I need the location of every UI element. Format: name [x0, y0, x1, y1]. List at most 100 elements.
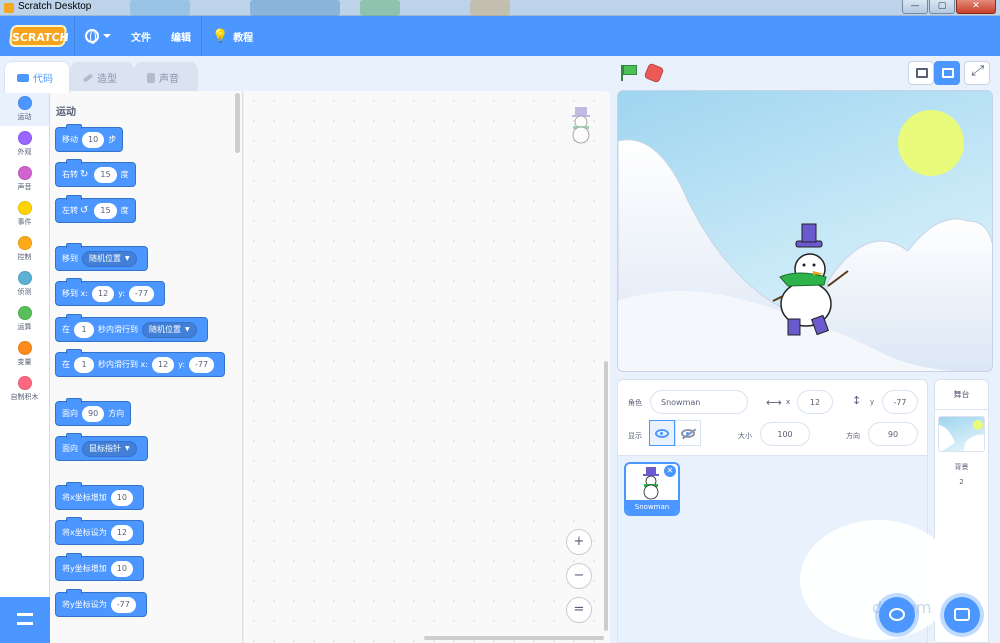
- block-go-to-xy[interactable]: 移到 x: 12 y: -77: [55, 278, 166, 306]
- block-input[interactable]: 1: [74, 356, 94, 373]
- block-input[interactable]: -77: [189, 356, 215, 373]
- choose-backdrop-button[interactable]: [944, 597, 980, 633]
- maximize-button[interactable]: ▢: [929, 0, 955, 14]
- backdrop-label: 背景: [954, 463, 969, 471]
- block-change-x[interactable]: 将x坐标增加 10: [55, 482, 144, 510]
- palette-scrollbar[interactable]: [235, 93, 240, 153]
- block-input[interactable]: 1: [74, 321, 94, 338]
- stop-button[interactable]: [643, 62, 665, 84]
- blurred-taskbar-item: [130, 0, 190, 16]
- block-set-y[interactable]: 将y坐标设为 -77: [55, 589, 147, 617]
- edit-menu[interactable]: 编辑: [161, 16, 201, 56]
- rotate-left-icon: ↺: [80, 205, 89, 216]
- block-move-steps[interactable]: 移动 10 步: [55, 124, 124, 152]
- lightbulb-icon: 💡: [212, 28, 229, 44]
- y-arrows-icon: ↕: [852, 394, 862, 407]
- blurred-taskbar-item: [470, 0, 510, 16]
- code-workspace[interactable]: + − =: [244, 91, 610, 643]
- category-variables[interactable]: 变量: [0, 336, 49, 371]
- category-sound[interactable]: 声音: [0, 161, 49, 196]
- block-turn-right[interactable]: 右转 ↻ 15 度: [55, 159, 136, 187]
- block-glide-to-xy[interactable]: 在 1 秒内滑行到 x: 12 y: -77: [55, 349, 226, 377]
- block-dropdown[interactable]: 随机位置: [82, 250, 137, 267]
- size-input[interactable]: 100: [760, 422, 810, 446]
- block-glide-to[interactable]: 在 1 秒内滑行到 随机位置: [55, 314, 208, 342]
- stage-canvas[interactable]: [617, 90, 993, 372]
- direction-input[interactable]: 90: [868, 422, 918, 446]
- choose-sprite-button[interactable]: [879, 597, 915, 633]
- block-text: y:: [118, 289, 126, 298]
- brush-icon: [82, 72, 94, 83]
- x-position-input[interactable]: 12: [797, 390, 833, 414]
- picture-icon: [954, 608, 970, 621]
- category-label: 变量: [17, 357, 32, 366]
- large-stage-button[interactable]: [934, 61, 960, 85]
- delete-sprite-button[interactable]: ✕: [664, 465, 676, 477]
- green-flag-icon: [623, 65, 637, 75]
- block-point-in-direction[interactable]: 面向 90 方向: [55, 398, 132, 426]
- block-set-x[interactable]: 将x坐标设为 12: [55, 517, 144, 545]
- block-input[interactable]: 15: [94, 202, 117, 219]
- block-dropdown[interactable]: 随机位置: [142, 321, 197, 338]
- block-turn-left[interactable]: 左转 ↺ 15 度: [55, 195, 136, 223]
- category-events[interactable]: 事件: [0, 196, 49, 231]
- scratch-logo[interactable]: SCRATCH: [8, 25, 69, 47]
- caret-down-icon: [103, 34, 111, 38]
- sprite-name-input[interactable]: Snowman: [650, 390, 748, 414]
- backdrop-thumbnail: [938, 416, 985, 452]
- tab-costumes[interactable]: 造型: [70, 62, 134, 92]
- green-flag-button[interactable]: [620, 65, 638, 81]
- block-input[interactable]: 10: [82, 131, 105, 148]
- block-input[interactable]: 10: [110, 489, 133, 506]
- category-sensing[interactable]: 侦测: [0, 266, 49, 301]
- blurred-taskbar-item: [360, 0, 400, 16]
- block-input[interactable]: 90: [82, 405, 105, 422]
- block-input[interactable]: -77: [129, 285, 155, 302]
- block-input[interactable]: 10: [110, 560, 133, 577]
- workspace-vertical-scrollbar[interactable]: [604, 361, 608, 631]
- block-point-towards[interactable]: 面向 鼠标指针: [55, 433, 148, 461]
- tutorials-menu[interactable]: 💡 教程: [202, 16, 263, 56]
- show-sprite-button[interactable]: [649, 420, 675, 446]
- tab-code[interactable]: 代码: [4, 61, 70, 93]
- block-input[interactable]: 15: [94, 166, 117, 183]
- block-input[interactable]: 12: [151, 356, 175, 373]
- block-change-y[interactable]: 将y坐标增加 10: [55, 553, 144, 581]
- block-input[interactable]: 12: [110, 524, 133, 541]
- close-button[interactable]: ✕: [956, 0, 996, 14]
- editor-tabs: 代码 造型 声音: [0, 56, 610, 93]
- category-looks[interactable]: 外观: [0, 126, 49, 161]
- x-label: x: [786, 398, 791, 406]
- category-motion[interactable]: 运动: [0, 91, 49, 126]
- workspace-horizontal-scrollbar[interactable]: [424, 636, 604, 640]
- add-extension-button[interactable]: [0, 597, 50, 643]
- x-arrows-icon: ⟷: [766, 396, 782, 409]
- block-text: 在: [62, 325, 70, 334]
- stage-scene: [618, 110, 992, 371]
- category-my-blocks[interactable]: 自制积木: [0, 371, 49, 406]
- block-input[interactable]: 12: [91, 285, 115, 302]
- my-blocks-color-dot: [17, 375, 32, 390]
- zoom-reset-button[interactable]: =: [566, 597, 592, 623]
- scratch-app-icon: [4, 3, 14, 13]
- block-dropdown[interactable]: 鼠标指针: [82, 440, 137, 457]
- backdrop-thumbnail-image: [939, 420, 984, 451]
- minimize-button[interactable]: —: [902, 0, 928, 14]
- block-text: 移到: [62, 254, 78, 263]
- zoom-out-button[interactable]: −: [566, 563, 592, 589]
- block-go-to[interactable]: 移到 随机位置: [55, 243, 148, 271]
- tab-sounds[interactable]: 声音: [134, 62, 198, 92]
- zoom-in-button[interactable]: +: [566, 529, 592, 555]
- category-control[interactable]: 控制: [0, 231, 49, 266]
- language-menu[interactable]: [75, 16, 121, 56]
- y-position-input[interactable]: -77: [882, 390, 918, 414]
- hide-sprite-button[interactable]: [675, 420, 701, 446]
- block-input[interactable]: -77: [110, 596, 136, 613]
- small-stage-button[interactable]: [908, 61, 934, 85]
- extension-icon: [17, 613, 33, 625]
- file-menu[interactable]: 文件: [121, 16, 161, 56]
- eye-icon: [655, 429, 669, 438]
- category-operators[interactable]: 运算: [0, 301, 49, 336]
- tab-code-label: 代码: [33, 74, 53, 85]
- fullscreen-button[interactable]: [964, 61, 990, 85]
